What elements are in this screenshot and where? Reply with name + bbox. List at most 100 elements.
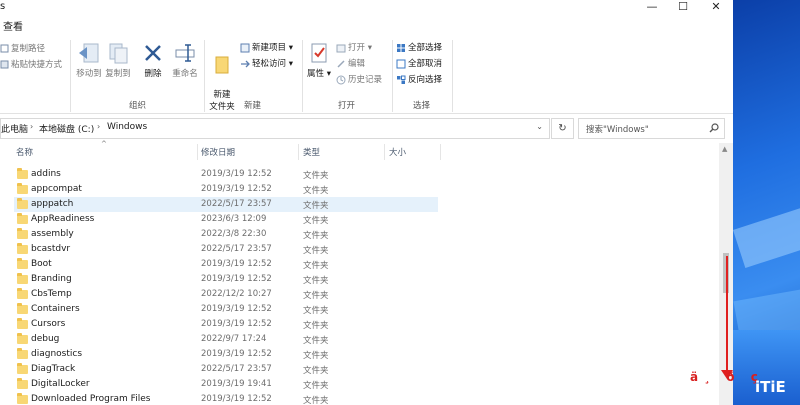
table-row[interactable]: apppatch 2022/5/17 23:57 文件夹 [14,197,438,212]
breadcrumb-this-pc[interactable]: 此电脑 [1,122,28,135]
file-type: 文件夹 [303,246,329,256]
file-date: 2019/3/19 12:52 [201,184,272,194]
file-date: 2022/9/7 17:24 [201,334,267,344]
desktop-background [733,0,800,405]
select-all-icon [397,43,405,52]
refresh-button[interactable]: ↻ [551,118,574,139]
table-row[interactable]: diagnostics 2019/3/19 12:52 文件夹 [14,347,438,362]
table-row[interactable]: assembly 2022/3/8 22:30 文件夹 [14,227,438,242]
history-button[interactable]: 历史记录 [336,73,382,85]
copy-to-button[interactable]: 复制到 [103,42,133,79]
folder-icon [17,333,28,344]
folder-icon [17,198,28,209]
file-date: 2022/12/2 10:27 [201,289,272,299]
file-name: debug [31,334,60,344]
breadcrumb-separator: › [30,122,34,131]
file-name: diagnostics [31,349,83,359]
paste-shortcut-button[interactable]: 粘贴快捷方式 [0,58,62,70]
file-name: apppatch [31,199,74,209]
ribbon-tabs: 查看 [0,16,733,36]
table-row[interactable]: DigitalLocker 2019/3/19 19:41 文件夹 [14,377,438,392]
new-folder-icon [215,56,229,74]
table-row[interactable]: Boot 2019/3/19 12:52 文件夹 [14,257,438,272]
column-header-date[interactable]: 修改日期 [201,146,235,158]
file-date: 2022/5/17 23:57 [201,364,272,374]
breadcrumb-windows[interactable]: Windows [107,122,147,132]
maximize-button[interactable]: ☐ [667,0,699,16]
select-none-button[interactable]: 全部取消 [396,57,442,69]
folder-icon [17,378,28,389]
address-bar[interactable]: 此电脑 › 本地磁盘 (C:) › Windows ⌄ [0,118,550,139]
copy-to-icon [109,43,128,64]
edit-icon [337,59,345,68]
file-name: Downloaded Program Files [31,394,151,404]
table-row[interactable]: addins 2019/3/19 12:52 文件夹 [14,167,438,182]
search-input[interactable]: 搜索"Windows" [578,118,725,139]
select-all-button[interactable]: 全部选择 [396,41,442,53]
copy-path-button[interactable]: 复制路径 [0,42,45,54]
file-name: assembly [31,229,74,239]
new-folder-button[interactable]: 新建 文件夹 [207,42,237,113]
address-dropdown-icon[interactable]: ⌄ [536,122,543,131]
close-button[interactable]: ✕ [700,0,732,16]
select-group-label: 选择 [413,101,431,111]
delete-icon [145,45,161,61]
table-row[interactable]: Downloaded Program Files 2019/3/19 12:52 文… [14,392,438,405]
delete-button[interactable]: 删除 [140,42,166,79]
title-bar: s — ☐ ✕ [0,0,733,16]
table-row[interactable]: CbsTemp 2022/12/2 10:27 文件夹 [14,287,438,302]
file-name: Boot [31,259,52,269]
table-row[interactable]: debug 2022/9/7 17:24 文件夹 [14,332,438,347]
file-date: 2019/3/19 19:41 [201,379,272,389]
paste-shortcut-icon [0,60,9,69]
file-type: 文件夹 [303,276,329,286]
new-item-button[interactable]: 新建项目 ▾ [240,41,293,53]
select-none-icon [396,59,406,68]
file-date: 2019/3/19 12:52 [201,304,272,314]
file-date: 2019/3/19 12:52 [201,259,272,269]
table-row[interactable]: Cursors 2019/3/19 12:52 文件夹 [14,317,438,332]
invert-selection-button[interactable]: 反向选择 [396,73,442,85]
file-list: ^ 名称 修改日期 类型 大小 addins 2019/3/19 12:52 文件夹… [0,140,733,405]
properties-button[interactable]: 属性 ▾ [306,42,332,79]
file-type: 文件夹 [303,261,329,271]
copy-path-icon [0,44,9,53]
new-item-icon [240,43,250,52]
file-date: 2019/3/19 12:52 [201,274,272,284]
table-row[interactable]: Branding 2019/3/19 12:52 文件夹 [14,272,438,287]
ribbon: 复制路径 粘贴快捷方式 移动到 复制到 删除 重命名 组织 新建 文件夹 新建项… [0,36,733,114]
file-type: 文件夹 [303,381,329,391]
table-row[interactable]: DiagTrack 2022/5/17 23:57 文件夹 [14,362,438,377]
search-icon [709,123,719,133]
file-date: 2019/3/19 12:52 [201,349,272,359]
column-header-size[interactable]: 大小 [389,146,406,158]
search-placeholder: 搜索"Windows" [586,125,649,135]
table-row[interactable]: appcompat 2019/3/19 12:52 文件夹 [14,182,438,197]
new-group-label: 新建 [244,101,262,111]
file-type: 文件夹 [303,231,329,241]
file-date: 2022/5/17 23:57 [201,244,272,254]
open-button[interactable]: 打开 ▾ [336,41,372,53]
rename-button[interactable]: 重命名 [168,42,202,79]
folder-icon [17,243,28,254]
table-row[interactable]: Containers 2019/3/19 12:52 文件夹 [14,302,438,317]
file-name: DiagTrack [31,364,76,374]
edit-button[interactable]: 编辑 [336,57,365,69]
file-type: 文件夹 [303,171,329,181]
column-header-name[interactable]: 名称 [16,146,33,158]
scroll-up-icon[interactable]: ▲ [722,145,727,153]
easy-access-icon [241,60,250,67]
table-row[interactable]: AppReadiness 2023/6/3 12:09 文件夹 [14,212,438,227]
tab-view[interactable]: 查看 [3,18,23,33]
column-header-type[interactable]: 类型 [303,146,320,158]
table-row[interactable]: bcastdvr 2022/5/17 23:57 文件夹 [14,242,438,257]
navigation-bar: 此电脑 › 本地磁盘 (C:) › Windows ⌄ ↻ 搜索"Windows… [0,116,733,140]
move-to-button[interactable]: 移动到 [74,42,104,79]
minimize-button[interactable]: — [636,0,668,16]
easy-access-button[interactable]: 轻松访问 ▾ [240,57,293,69]
breadcrumb-local-disk[interactable]: 本地磁盘 (C:) [39,122,94,135]
folder-icon [17,273,28,284]
file-type: 文件夹 [303,306,329,316]
open-icon [336,44,346,52]
file-name: Cursors [31,319,66,329]
